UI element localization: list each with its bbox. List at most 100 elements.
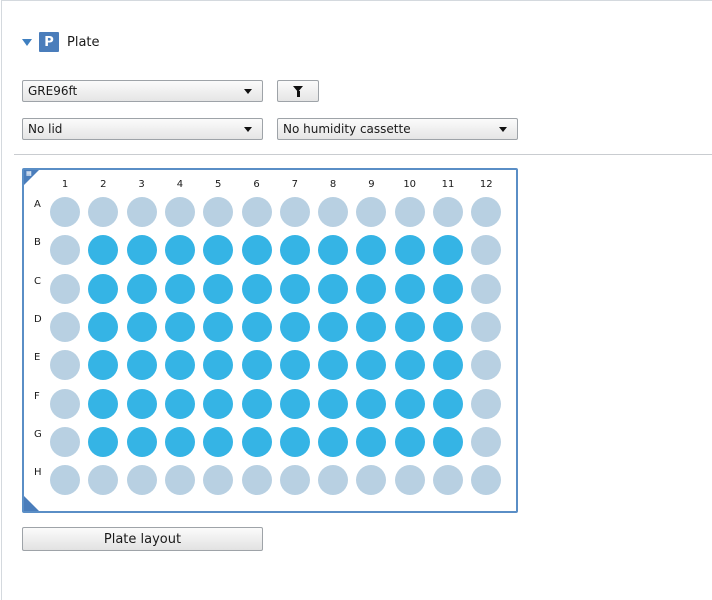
well-C11[interactable] — [433, 273, 463, 304]
well-B1[interactable] — [50, 235, 80, 266]
well-B4[interactable] — [164, 235, 195, 266]
well-C1[interactable] — [50, 273, 80, 304]
well-H12[interactable] — [471, 465, 502, 496]
well-H4[interactable] — [164, 465, 195, 496]
plate-section-header[interactable]: P Plate — [22, 30, 100, 54]
well-D1[interactable] — [50, 311, 80, 342]
well-B11[interactable] — [433, 235, 463, 266]
well-E1[interactable] — [50, 350, 80, 381]
well-F1[interactable] — [50, 388, 80, 419]
well-E12[interactable] — [471, 350, 502, 381]
well-D6[interactable] — [241, 311, 272, 342]
well-A7[interactable] — [279, 197, 310, 227]
well-D9[interactable] — [356, 311, 387, 342]
column-header-9[interactable]: 9 — [361, 179, 381, 190]
well-F4[interactable] — [164, 388, 195, 419]
well-B3[interactable] — [126, 235, 157, 266]
well-H7[interactable] — [279, 465, 310, 496]
well-E11[interactable] — [433, 350, 463, 381]
well-C8[interactable] — [318, 273, 349, 304]
well-G5[interactable] — [203, 426, 234, 457]
column-header-5[interactable]: 5 — [208, 179, 228, 190]
column-header-7[interactable]: 7 — [285, 179, 305, 190]
row-header-F[interactable]: F — [34, 391, 40, 402]
row-header-E[interactable]: E — [34, 352, 40, 363]
filter-button[interactable] — [277, 80, 319, 102]
well-D11[interactable] — [433, 311, 463, 342]
well-C7[interactable] — [279, 273, 310, 304]
column-header-6[interactable]: 6 — [247, 179, 267, 190]
well-D4[interactable] — [164, 311, 195, 342]
well-A1[interactable] — [50, 197, 80, 227]
well-H2[interactable] — [88, 465, 119, 496]
column-header-4[interactable]: 4 — [170, 179, 190, 190]
well-A2[interactable] — [88, 197, 119, 227]
well-C9[interactable] — [356, 273, 387, 304]
column-header-11[interactable]: 11 — [438, 179, 458, 190]
well-E3[interactable] — [126, 350, 157, 381]
well-C6[interactable] — [241, 273, 272, 304]
well-B7[interactable] — [279, 235, 310, 266]
column-header-10[interactable]: 10 — [400, 179, 420, 190]
well-A6[interactable] — [241, 197, 272, 227]
well-F3[interactable] — [126, 388, 157, 419]
row-header-H[interactable]: H — [34, 467, 42, 478]
well-B9[interactable] — [356, 235, 387, 266]
well-F7[interactable] — [279, 388, 310, 419]
well-B5[interactable] — [203, 235, 234, 266]
well-F5[interactable] — [203, 388, 234, 419]
row-header-G[interactable]: G — [34, 429, 42, 440]
well-C3[interactable] — [126, 273, 157, 304]
well-F6[interactable] — [241, 388, 272, 419]
well-C5[interactable] — [203, 273, 234, 304]
row-header-B[interactable]: B — [34, 237, 41, 248]
column-header-8[interactable]: 8 — [323, 179, 343, 190]
plate-layout-button[interactable]: Plate layout — [22, 527, 263, 551]
well-E5[interactable] — [203, 350, 234, 381]
well-D8[interactable] — [318, 311, 349, 342]
well-F12[interactable] — [471, 388, 502, 419]
well-B12[interactable] — [471, 235, 502, 266]
plate-type-dropdown[interactable]: GRE96ft — [22, 80, 263, 102]
well-G10[interactable] — [394, 426, 425, 457]
well-E4[interactable] — [164, 350, 195, 381]
well-H6[interactable] — [241, 465, 272, 496]
well-A10[interactable] — [394, 197, 425, 227]
row-header-C[interactable]: C — [34, 276, 41, 287]
well-F8[interactable] — [318, 388, 349, 419]
lid-dropdown[interactable]: No lid — [22, 118, 263, 140]
collapse-triangle-icon[interactable] — [22, 38, 32, 46]
well-G1[interactable] — [50, 426, 80, 457]
column-header-2[interactable]: 2 — [93, 179, 113, 190]
well-G12[interactable] — [471, 426, 502, 457]
well-D10[interactable] — [394, 311, 425, 342]
plate-grid[interactable]: ▦ 1 2 3 4 5 6 7 8 9 10 11 12 A B C D E F G H — [22, 168, 518, 513]
well-B6[interactable] — [241, 235, 272, 266]
well-A8[interactable] — [318, 197, 349, 227]
well-B10[interactable] — [394, 235, 425, 266]
well-A4[interactable] — [164, 197, 195, 227]
well-G11[interactable] — [433, 426, 463, 457]
column-header-1[interactable]: 1 — [55, 179, 75, 190]
row-header-A[interactable]: A — [34, 199, 41, 210]
well-D3[interactable] — [126, 311, 157, 342]
well-A11[interactable] — [433, 197, 463, 227]
well-D12[interactable] — [471, 311, 502, 342]
well-C2[interactable] — [88, 273, 119, 304]
well-G3[interactable] — [126, 426, 157, 457]
well-G4[interactable] — [164, 426, 195, 457]
well-E6[interactable] — [241, 350, 272, 381]
well-F2[interactable] — [88, 388, 119, 419]
well-E9[interactable] — [356, 350, 387, 381]
column-header-12[interactable]: 12 — [476, 179, 496, 190]
well-H10[interactable] — [394, 465, 425, 496]
well-E7[interactable] — [279, 350, 310, 381]
humidity-cassette-dropdown[interactable]: No humidity cassette — [277, 118, 518, 140]
well-G6[interactable] — [241, 426, 272, 457]
well-H9[interactable] — [356, 465, 387, 496]
well-A5[interactable] — [203, 197, 234, 227]
well-H11[interactable] — [433, 465, 463, 496]
well-G9[interactable] — [356, 426, 387, 457]
well-F11[interactable] — [433, 388, 463, 419]
well-D5[interactable] — [203, 311, 234, 342]
